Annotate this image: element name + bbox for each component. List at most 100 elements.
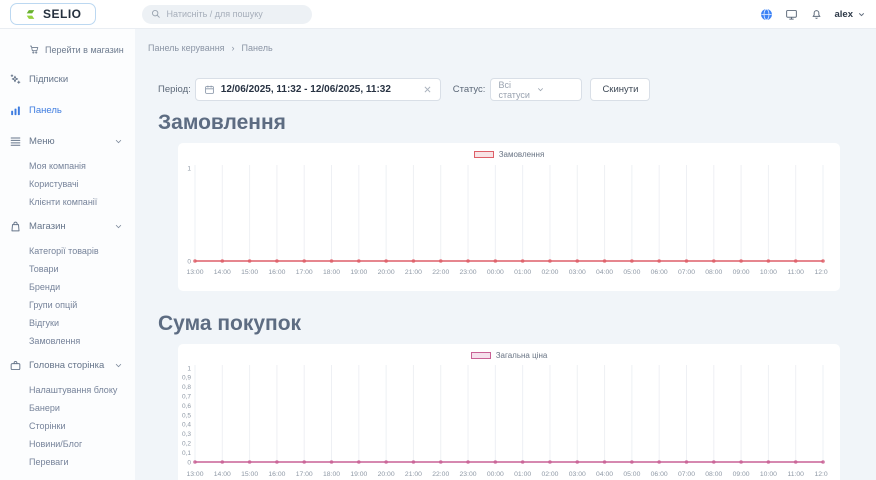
svg-text:05:00: 05:00 (623, 269, 640, 276)
app-logo[interactable]: SELIO (10, 3, 96, 25)
svg-text:0,1: 0,1 (182, 450, 191, 457)
svg-text:03:00: 03:00 (569, 269, 586, 276)
svg-text:02:00: 02:00 (541, 471, 558, 478)
topbar: SELIO Натисніть / для пошуку (0, 0, 876, 29)
svg-text:14:00: 14:00 (214, 471, 231, 478)
language-globe-icon[interactable] (760, 8, 773, 21)
legend-swatch (474, 151, 494, 158)
topbar-actions: alex (760, 8, 867, 21)
svg-text:22:00: 22:00 (432, 471, 449, 478)
sidebar-subitem-сторінки[interactable]: Сторінки (0, 417, 135, 435)
svg-text:18:00: 18:00 (323, 471, 340, 478)
sidebar-item-магазин[interactable]: Магазин (0, 211, 135, 242)
sidebar-item-панель[interactable]: Панель (0, 95, 135, 126)
bag-icon (9, 220, 22, 233)
reset-button[interactable]: Скинути (590, 78, 650, 101)
period-value: 12/06/2025, 11:32 - 12/06/2025, 11:32 (221, 84, 417, 95)
display-icon[interactable] (785, 8, 798, 21)
svg-text:0,4: 0,4 (182, 422, 191, 429)
status-selected-value: Всі статуси (498, 80, 536, 100)
sidebar-subitem-категорії-товарів[interactable]: Категорії товарів (0, 242, 135, 260)
svg-text:00:00: 00:00 (487, 269, 504, 276)
sidebar: Перейти в магазинПідписки Панель Меню Моя к… (0, 29, 135, 480)
svg-text:06:00: 06:00 (651, 269, 668, 276)
svg-text:08:00: 08:00 (705, 471, 722, 478)
svg-text:0: 0 (187, 459, 191, 466)
sidebar-item-label: Меню (29, 136, 55, 147)
sidebar-item-налаштування[interactable]: Налаштування (0, 471, 135, 480)
svg-text:11:00: 11:00 (787, 269, 804, 276)
svg-text:0,8: 0,8 (182, 384, 191, 391)
search-input[interactable]: Натисніть / для пошуку (142, 5, 312, 24)
chevron-down-icon (857, 10, 866, 19)
svg-text:16:00: 16:00 (268, 471, 285, 478)
svg-text:06:00: 06:00 (651, 471, 668, 478)
svg-text:12:00: 12:00 (814, 269, 828, 276)
sidebar-subitem-групи-опцій[interactable]: Групи опцій (0, 296, 135, 314)
status-label: Статус: (453, 84, 486, 95)
svg-text:08:00: 08:00 (705, 269, 722, 276)
svg-text:20:00: 20:00 (378, 471, 395, 478)
svg-text:09:00: 09:00 (733, 269, 750, 276)
chevron-down-icon (114, 222, 123, 231)
sidebar-item-label: Головна сторінка (29, 360, 104, 371)
sidebar-subitem-новини-блог[interactable]: Новини/Блог (0, 435, 135, 453)
period-label: Період: (158, 84, 191, 95)
svg-text:22:00: 22:00 (432, 269, 449, 276)
briefcase-icon (9, 359, 22, 372)
svg-text:0,6: 0,6 (182, 403, 191, 410)
search-placeholder: Натисніть / для пошуку (167, 9, 263, 19)
svg-text:20:00: 20:00 (378, 269, 395, 276)
sidebar-subitem-налаштування-блоку[interactable]: Налаштування блоку (0, 381, 135, 399)
purchase-sum-line-chart: 10,90,80,70,60,50,40,30,20,1013:0014:001… (178, 362, 828, 480)
svg-text:03:00: 03:00 (569, 471, 586, 478)
sidebar-subitem-бренди[interactable]: Бренди (0, 278, 135, 296)
status-select[interactable]: Всі статуси (490, 78, 582, 101)
sidebar-item-підписки[interactable]: Підписки (0, 64, 135, 95)
sidebar-store-link[interactable]: Перейти в магазин (0, 38, 135, 64)
sidebar-subitem-замовлення[interactable]: Замовлення (0, 332, 135, 350)
svg-text:0,2: 0,2 (182, 441, 191, 448)
legend-label: Замовлення (499, 150, 545, 159)
user-menu[interactable]: alex (835, 9, 867, 20)
sidebar-subitem-банери[interactable]: Банери (0, 399, 135, 417)
sidebar-subitem-товари[interactable]: Товари (0, 260, 135, 278)
period-date-range-input[interactable]: 12/06/2025, 11:32 - 12/06/2025, 11:32 (195, 78, 441, 101)
svg-text:05:00: 05:00 (623, 471, 640, 478)
purchase-sum-chart-legend: Загальна ціна (178, 351, 840, 360)
notifications-bell-icon[interactable] (810, 8, 823, 21)
breadcrumb-item-panel[interactable]: Панель (242, 43, 273, 53)
orders-chart-legend: Замовлення (178, 150, 840, 159)
purchase-sum-chart-card: Загальна ціна 10,90,80,70,60,50,40,30,20… (178, 344, 840, 480)
sidebar-item-меню[interactable]: Меню (0, 126, 135, 157)
orders-line-chart: 1013:0014:0015:0016:0017:0018:0019:0020:… (178, 161, 828, 288)
purchase-sum-section-title: Сума покупок (158, 312, 876, 336)
svg-text:15:00: 15:00 (241, 471, 258, 478)
svg-text:10:00: 10:00 (760, 471, 777, 478)
bar-chart-icon (9, 104, 22, 117)
svg-text:04:00: 04:00 (596, 269, 613, 276)
sidebar-subitem-користувачі[interactable]: Користувачі (0, 175, 135, 193)
svg-text:02:00: 02:00 (541, 269, 558, 276)
svg-text:0,3: 0,3 (182, 431, 191, 438)
chevron-down-icon (114, 361, 123, 370)
chevron-down-icon (114, 137, 123, 146)
main-content: Панель керування › Панель Період: 12/06/… (135, 29, 876, 480)
sidebar-subitem-переваги[interactable]: Переваги (0, 453, 135, 471)
sidebar-item-label: Панель (29, 105, 62, 116)
sidebar-subitem-моя-компанія[interactable]: Моя компанія (0, 157, 135, 175)
calendar-icon (204, 84, 215, 95)
sidebar-item-головна-сторінка[interactable]: Головна сторінка (0, 350, 135, 381)
svg-text:00:00: 00:00 (487, 471, 504, 478)
sidebar-subitem-клієнти-компанії[interactable]: Клієнти компанії (0, 193, 135, 211)
sidebar-item-label: Магазин (29, 221, 66, 232)
breadcrumb-item-dashboard[interactable]: Панель керування (148, 43, 225, 53)
svg-text:23:00: 23:00 (460, 269, 477, 276)
svg-text:1: 1 (187, 365, 191, 372)
legend-label: Загальна ціна (496, 351, 548, 360)
logo-text: SELIO (43, 7, 82, 21)
svg-text:13:00: 13:00 (186, 471, 203, 478)
legend-swatch (471, 352, 491, 359)
sidebar-subitem-відгуки[interactable]: Відгуки (0, 314, 135, 332)
clear-period-icon[interactable] (423, 85, 432, 94)
